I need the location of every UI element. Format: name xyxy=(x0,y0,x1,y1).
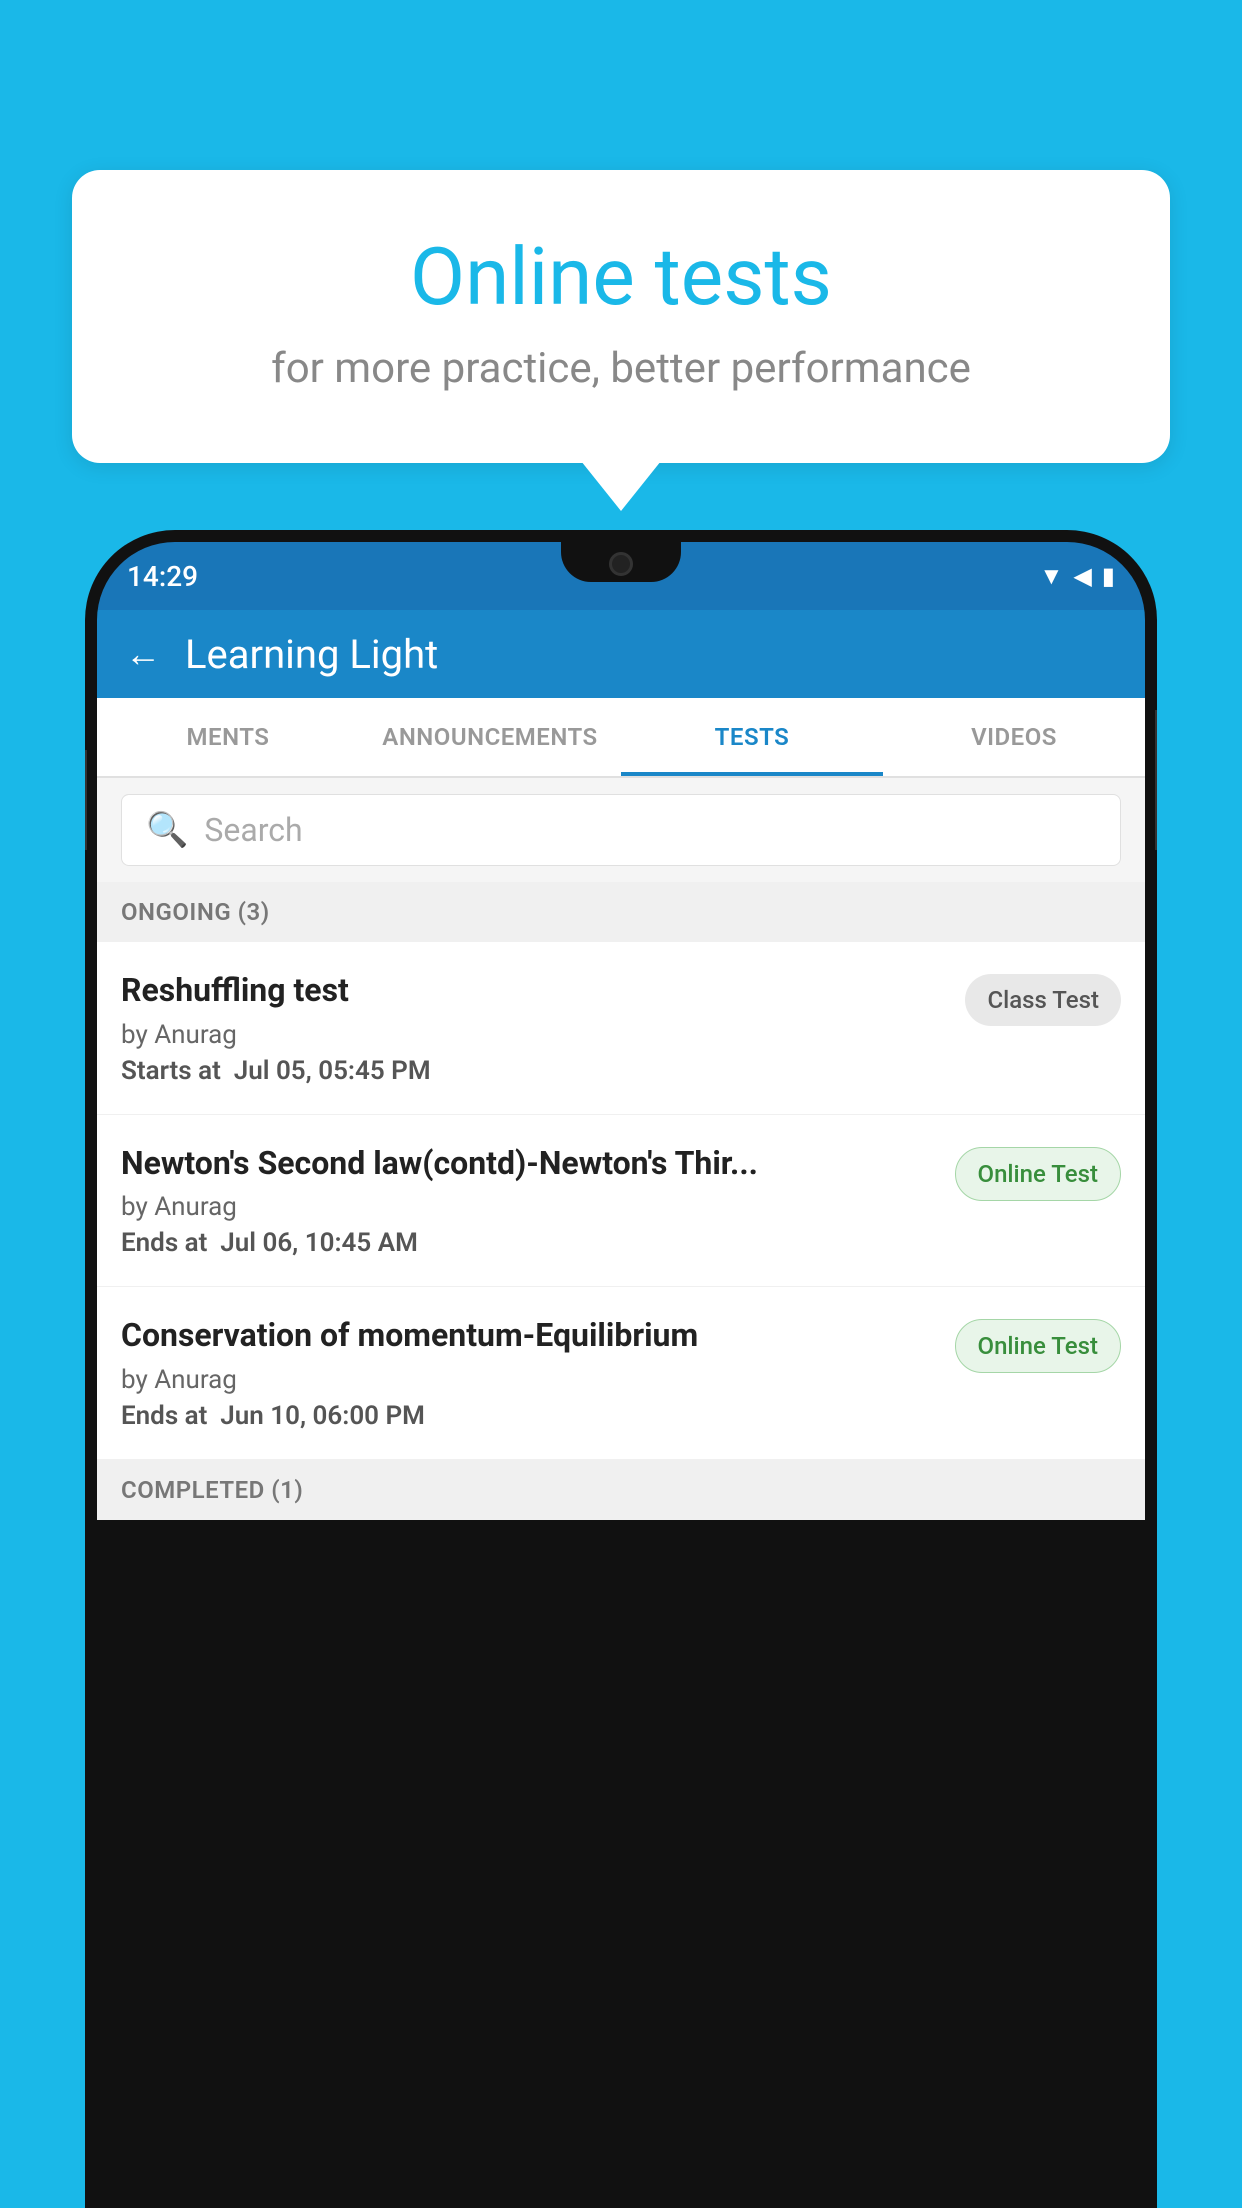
badge-class-test: Class Test xyxy=(965,974,1121,1026)
search-input[interactable]: Search xyxy=(204,811,302,849)
test-date-newtons: Ends at Jul 06, 10:45 AM xyxy=(121,1228,939,1258)
completed-section-header: COMPLETED (1) xyxy=(97,1460,1145,1520)
test-list: Reshuffling test by Anurag Starts at Jul… xyxy=(97,942,1145,1460)
bubble-subtitle: for more practice, better performance xyxy=(122,344,1120,393)
phone-volume-button xyxy=(85,750,87,850)
tab-bar: MENTS ANNOUNCEMENTS TESTS VIDEOS xyxy=(97,698,1145,778)
test-by-newtons: by Anurag xyxy=(121,1192,939,1222)
battery-icon: ▮ xyxy=(1102,562,1115,590)
phone-power-button xyxy=(1155,710,1157,850)
test-info-conservation: Conservation of momentum-Equilibrium by … xyxy=(121,1315,939,1431)
search-bar[interactable]: 🔍 Search xyxy=(121,794,1121,866)
test-by-conservation: by Anurag xyxy=(121,1365,939,1395)
signal-icon: ◀ xyxy=(1073,562,1091,590)
app-bar-title: Learning Light xyxy=(185,631,438,678)
phone-notch xyxy=(561,542,681,582)
phone-screen: 14:29 ▼ ◀ ▮ ← Learning Light MENTS ANNOU… xyxy=(97,542,1145,2208)
test-info-newtons: Newton's Second law(contd)-Newton's Thir… xyxy=(121,1143,939,1259)
badge-online-test-newtons: Online Test xyxy=(955,1147,1121,1201)
test-by-reshuffling: by Anurag xyxy=(121,1020,949,1050)
badge-online-test-conservation: Online Test xyxy=(955,1319,1121,1373)
ongoing-section-header: ONGOING (3) xyxy=(97,882,1145,942)
tab-tests[interactable]: TESTS xyxy=(621,698,883,776)
bubble-title: Online tests xyxy=(122,230,1120,324)
speech-bubble: Online tests for more practice, better p… xyxy=(72,170,1170,463)
tab-announcements[interactable]: ANNOUNCEMENTS xyxy=(359,698,621,776)
wifi-icon: ▼ xyxy=(1040,562,1064,591)
status-time: 14:29 xyxy=(127,560,198,593)
back-button[interactable]: ← xyxy=(125,633,161,675)
phone-frame: 14:29 ▼ ◀ ▮ ← Learning Light MENTS ANNOU… xyxy=(85,530,1157,2208)
test-info-reshuffling: Reshuffling test by Anurag Starts at Jul… xyxy=(121,970,949,1086)
test-item-newtons[interactable]: Newton's Second law(contd)-Newton's Thir… xyxy=(97,1115,1145,1288)
tab-ments[interactable]: MENTS xyxy=(97,698,359,776)
search-container: 🔍 Search xyxy=(97,778,1145,882)
test-name-newtons: Newton's Second law(contd)-Newton's Thir… xyxy=(121,1143,939,1185)
tab-videos[interactable]: VIDEOS xyxy=(883,698,1145,776)
app-bar: ← Learning Light xyxy=(97,610,1145,698)
test-item-conservation[interactable]: Conservation of momentum-Equilibrium by … xyxy=(97,1287,1145,1460)
test-date-conservation: Ends at Jun 10, 06:00 PM xyxy=(121,1401,939,1431)
test-date-reshuffling: Starts at Jul 05, 05:45 PM xyxy=(121,1056,949,1086)
front-camera xyxy=(609,552,633,576)
test-item-reshuffling[interactable]: Reshuffling test by Anurag Starts at Jul… xyxy=(97,942,1145,1115)
status-icons: ▼ ◀ ▮ xyxy=(1040,562,1115,591)
test-name-reshuffling: Reshuffling test xyxy=(121,970,949,1012)
search-icon: 🔍 xyxy=(146,810,188,850)
test-name-conservation: Conservation of momentum-Equilibrium xyxy=(121,1315,939,1357)
